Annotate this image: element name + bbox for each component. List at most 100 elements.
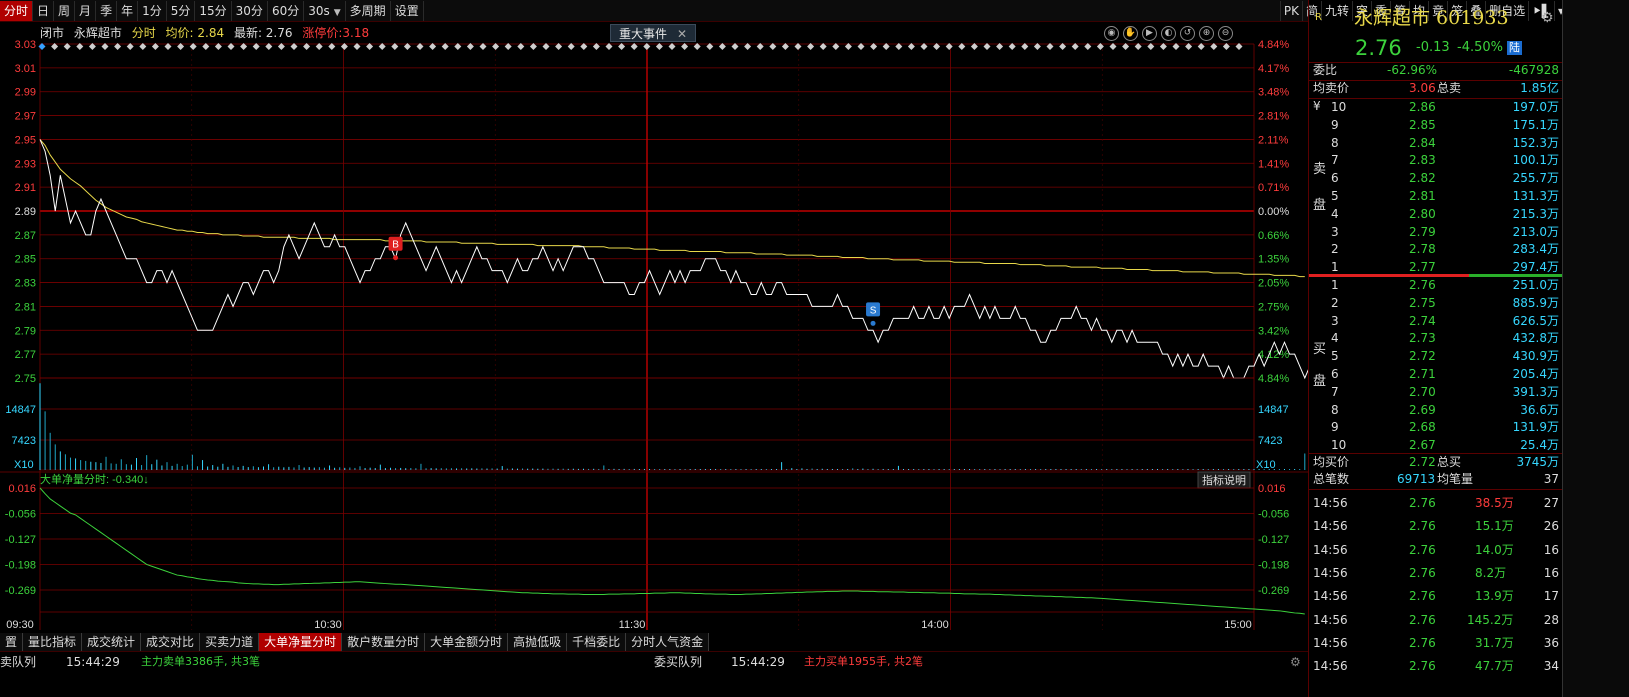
- info-mode: 分时: [131, 26, 156, 40]
- trade-marker-dot: [393, 255, 399, 261]
- ask-row[interactable]: 6 2.82 255.7万: [1309, 170, 1563, 188]
- chart-tool-icon-5[interactable]: ⊕: [1199, 26, 1214, 41]
- ask-row[interactable]: 9 2.85 175.1万: [1309, 117, 1563, 135]
- time-axis-label: 14:00: [921, 619, 949, 631]
- panel-row: 委比 -62.96% -467928: [1309, 62, 1563, 80]
- bid-row[interactable]: 4 2.73 432.8万: [1309, 330, 1563, 348]
- avg-sell-label: 均卖价: [1313, 81, 1350, 95]
- bid-row[interactable]: 5 2.72 430.9万: [1309, 348, 1563, 366]
- tick-time: 14:56: [1313, 612, 1348, 627]
- panel-row: 总笔数 69713 均笔量 37: [1309, 471, 1563, 489]
- period-tab-6[interactable]: 1分: [138, 0, 167, 21]
- bid-row[interactable]: 3 2.74 626.5万: [1309, 313, 1563, 331]
- bid-row[interactable]: 1 2.76 251.0万: [1309, 277, 1563, 295]
- tick-count: 16: [1543, 542, 1559, 557]
- intraday-chart[interactable]: 3.03 4.84% 3.01 4.17% 2.99 3.48% 2.97 2.81% 2.95…: [0, 0, 1308, 651]
- quote-panel: R 永辉超市 601933 ⚙ 2.76 -0.13 -4.50% 陆委比 -62.96% -4…: [1308, 0, 1563, 697]
- indicator-tab-8[interactable]: 高抛低吸: [508, 633, 568, 651]
- ask-row[interactable]: 3 2.79 213.0万: [1309, 224, 1563, 242]
- ask-row[interactable]: 10 2.86 197.0万: [1309, 99, 1563, 117]
- gear-icon[interactable]: ⚙: [1541, 4, 1554, 32]
- ask-row[interactable]: 7 2.83 100.1万: [1309, 152, 1563, 170]
- bid-price: 2.68: [1409, 420, 1436, 435]
- chart-tool-icon-4[interactable]: ↺: [1180, 26, 1195, 41]
- chart-tool-icon-3[interactable]: ◐: [1161, 26, 1176, 41]
- bid-price: 2.69: [1409, 402, 1436, 417]
- major-event-tag[interactable]: 重大事件 ✕: [610, 24, 697, 42]
- chevron-down-icon[interactable]: ▼: [334, 8, 341, 18]
- price-tick-label: 2.99: [15, 87, 36, 99]
- indicator-tab-0[interactable]: 置: [0, 633, 24, 651]
- tick-volume: 15.1万: [1475, 519, 1514, 534]
- period-tab-1[interactable]: 日: [33, 0, 55, 21]
- tick-count: 26: [1543, 519, 1559, 534]
- avg-buy-label: 均买价: [1313, 455, 1350, 469]
- avg-volume: 37: [1543, 472, 1559, 486]
- ask-volume: 152.3万: [1512, 135, 1559, 150]
- pct-tick-label: 3.42%: [1258, 325, 1289, 337]
- period-tab-3[interactable]: 月: [75, 0, 97, 21]
- buy-queue-label[interactable]: 委买队列: [654, 652, 702, 672]
- bid-row[interactable]: 7 2.70 391.3万: [1309, 384, 1563, 402]
- bid-row[interactable]: 6 2.71 205.4万: [1309, 366, 1563, 384]
- indicator-tab-5[interactable]: 大单净量分时: [259, 633, 343, 651]
- indicator-help-button[interactable]: 指标说明: [1197, 471, 1251, 489]
- right-side-strip: [1562, 0, 1629, 697]
- trade-marker-b[interactable]: B: [388, 236, 403, 261]
- bid-price: 2.71: [1409, 367, 1436, 381]
- period-tab-9[interactable]: 30分: [232, 0, 268, 21]
- market-badge: 陆: [1507, 41, 1522, 55]
- chart-info-line: 闭市 永辉超市 分时 均价: 2.84 最新: 2.76 涨停价:3.18: [40, 24, 375, 42]
- panel-row: 均买价 2.72 总买 3745万: [1309, 454, 1563, 472]
- period-tab-11[interactable]: 30s ▼: [304, 0, 346, 21]
- period-tab-12[interactable]: 多周期: [346, 0, 391, 21]
- chart-tool-icon-1[interactable]: ✋: [1123, 26, 1138, 41]
- indicator-tab-1[interactable]: 量比指标: [23, 633, 83, 651]
- indicator-tab-7[interactable]: 大单金额分时: [425, 633, 509, 651]
- ask-row[interactable]: 8 2.84 152.3万: [1309, 135, 1563, 153]
- close-icon[interactable]: ✕: [677, 27, 687, 41]
- period-tab-8[interactable]: 15分: [195, 0, 232, 21]
- bid-row[interactable]: 9 2.68 131.9万: [1309, 419, 1563, 437]
- period-tab-13[interactable]: 设置: [391, 0, 424, 21]
- trade-marker-s[interactable]: S: [866, 302, 881, 326]
- ask-level: 3: [1331, 224, 1339, 239]
- indicator-tab-9[interactable]: 千档委比: [567, 633, 627, 651]
- indicator-tick-label-right: -0.269: [1258, 585, 1289, 597]
- chart-tool-icon-6[interactable]: ⊖: [1218, 26, 1233, 41]
- ask-row[interactable]: 4 2.80 215.3万: [1309, 206, 1563, 224]
- total-sell: 1.85亿: [1520, 81, 1559, 95]
- tick-volume: 145.2万: [1467, 612, 1514, 627]
- period-tab-0[interactable]: 分时: [0, 0, 34, 21]
- chart-tool-icon-0[interactable]: ◉: [1104, 26, 1119, 41]
- bid-row[interactable]: 8 2.69 36.6万: [1309, 402, 1563, 420]
- indicator-tab-2[interactable]: 成交统计: [82, 633, 142, 651]
- chart-tool-icon-2[interactable]: ▶: [1142, 26, 1157, 41]
- bid-volume: 36.6万: [1520, 402, 1559, 417]
- indicator-tab-10[interactable]: 分时人气资金: [626, 633, 710, 651]
- toolbar-right-btn-0[interactable]: PK: [1279, 1, 1302, 21]
- indicator-tick-label-right: 0.016: [1258, 483, 1286, 495]
- ask-row[interactable]: 5 2.81 131.3万: [1309, 188, 1563, 206]
- period-tab-4[interactable]: 季: [96, 0, 118, 21]
- price-change-pct: -4.50%: [1457, 40, 1503, 55]
- bid-price: 2.76: [1409, 278, 1436, 292]
- bid-row[interactable]: 2 2.75 885.9万: [1309, 295, 1563, 313]
- period-tab-2[interactable]: 周: [54, 0, 76, 21]
- indicator-tab-6[interactable]: 散户数量分时: [342, 633, 426, 651]
- sell-queue-label[interactable]: 卖队列: [0, 652, 36, 672]
- panel-row: 均卖价 3.06 总卖 1.85亿: [1309, 80, 1563, 98]
- bid-volume: 391.3万: [1512, 384, 1559, 399]
- indicator-tab-4[interactable]: 买卖力道: [200, 633, 260, 651]
- period-tab-5[interactable]: 年: [117, 0, 139, 21]
- tick-row: 14:56 2.76 15.1万 26: [1309, 515, 1563, 538]
- indicator-tab-3[interactable]: 成交对比: [141, 633, 201, 651]
- trade-marker-label: S: [870, 305, 877, 316]
- ask-price: 2.83: [1409, 153, 1436, 168]
- period-tab-10[interactable]: 60分: [268, 0, 305, 21]
- ask-row[interactable]: 2 2.78 283.4万: [1309, 241, 1563, 259]
- bid-volume: 626.5万: [1512, 313, 1559, 328]
- info-stock-name: 永辉超市: [73, 26, 122, 40]
- period-tab-7[interactable]: 5分: [167, 0, 196, 21]
- gear-icon[interactable]: ⚙: [1290, 652, 1301, 672]
